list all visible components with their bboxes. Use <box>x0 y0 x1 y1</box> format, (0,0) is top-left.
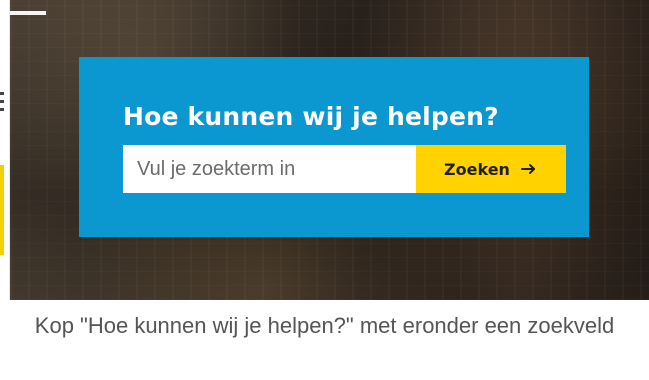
search-row: Zoeken <box>123 145 566 193</box>
search-title: Hoe kunnen wij je helpen? <box>123 102 499 131</box>
left-edge-sliver <box>0 0 10 300</box>
top-white-bar <box>10 11 46 15</box>
screenshot-frame: Hoe kunnen wij je helpen? Zoeken Kop "Ho… <box>0 0 649 380</box>
left-edge-mark <box>0 92 4 95</box>
hero-image: Hoe kunnen wij je helpen? Zoeken <box>10 0 649 300</box>
search-input[interactable] <box>123 145 416 193</box>
image-caption: Kop "Hoe kunnen wij je helpen?" met eron… <box>34 313 615 338</box>
left-edge-yellow-accent <box>0 165 4 255</box>
left-edge-mark <box>0 108 4 111</box>
search-button-label: Zoeken <box>444 159 510 179</box>
search-button[interactable]: Zoeken <box>416 145 566 193</box>
left-edge-mark <box>0 100 4 103</box>
search-card: Hoe kunnen wij je helpen? Zoeken <box>79 57 589 237</box>
arrow-right-icon <box>520 160 538 178</box>
